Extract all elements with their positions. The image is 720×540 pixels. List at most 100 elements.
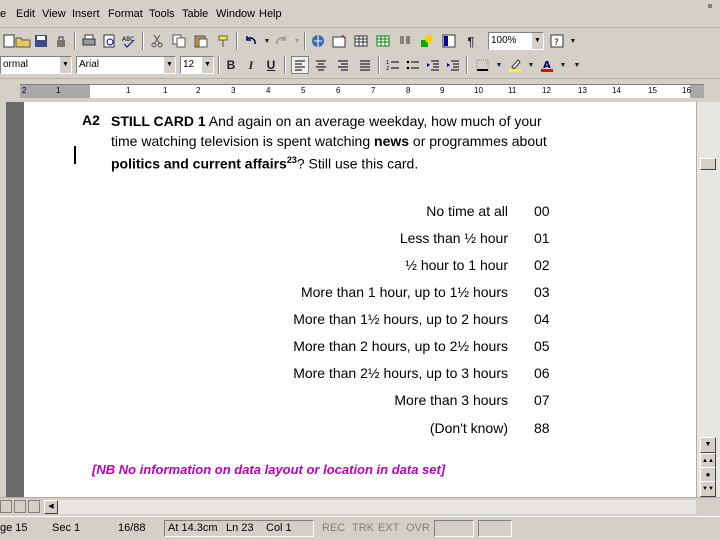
style-select[interactable]: ormal ▼ (0, 56, 72, 74)
menu-help[interactable]: Help (259, 8, 282, 20)
vertical-scrollbar[interactable]: ▼ ▲▲ ● ▼▼ (696, 102, 720, 497)
document-page[interactable]: A2 STILL CARD 1 And again on an average … (24, 102, 696, 497)
question-bold-news: news (374, 132, 410, 149)
format-painter-icon[interactable] (214, 32, 232, 50)
print-preview-icon[interactable] (100, 32, 118, 50)
hyperlink-icon[interactable] (310, 32, 328, 50)
answer-label: More than 3 hours (394, 392, 508, 408)
menu-table[interactable]: Table (182, 8, 208, 20)
answer-label: No time at all (426, 203, 508, 219)
scroll-down-icon[interactable]: ▼ (700, 437, 716, 453)
next-page-icon[interactable]: ▼▼ (700, 481, 716, 497)
scroll-left-icon[interactable]: ◀ (44, 500, 58, 514)
question-text-part-3: ? Still use this card. (296, 155, 419, 172)
chevron-down-icon[interactable]: ▼ (59, 57, 71, 73)
scrollbar-thumb[interactable] (700, 158, 716, 170)
justify-icon[interactable] (356, 56, 374, 74)
ruler-right-margin (690, 85, 704, 98)
nb-note: [NB No information on data layout or loc… (92, 462, 446, 477)
cut-icon[interactable] (148, 32, 166, 50)
horizontal-ruler[interactable]: 2 1 1 1 2 3 4 5 6 7 8 9 10 11 12 13 14 1… (0, 78, 720, 102)
toolbar-separator (378, 56, 380, 74)
web-layout-icon[interactable] (14, 500, 26, 513)
menu-edit[interactable]: Edit (16, 8, 35, 20)
menu-tools[interactable]: Tools (149, 8, 175, 20)
chevron-down-icon[interactable]: ▼ (201, 57, 213, 73)
question-text-part-2: or programmes about (409, 132, 547, 149)
window-control-icon[interactable] (708, 4, 712, 8)
text-cursor (74, 146, 76, 164)
answer-code: 04 (534, 311, 550, 327)
question-text: STILL CARD 1 And again on an average wee… (111, 112, 551, 174)
italic-button[interactable]: I (242, 56, 260, 74)
bold-button[interactable]: B (222, 56, 240, 74)
document-map-icon[interactable] (440, 32, 458, 50)
toolbar-options-icon[interactable]: ▼ (568, 56, 586, 74)
numbering-icon[interactable]: 12 (384, 56, 402, 74)
svg-text:2: 2 (386, 66, 389, 71)
align-right-icon[interactable] (334, 56, 352, 74)
menu-bar: e Edit View Insert Format Tools Table Wi… (0, 0, 720, 28)
footnote-reference[interactable]: 23 (287, 155, 297, 165)
answer-code: 88 (534, 420, 550, 436)
menu-window[interactable]: Window (216, 8, 255, 20)
save-icon[interactable] (32, 32, 50, 50)
menu-view[interactable]: View (42, 8, 66, 20)
chevron-down-icon[interactable]: ▼ (531, 33, 543, 49)
ruler-number: 2 (196, 86, 201, 95)
ruler-number: 3 (231, 86, 236, 95)
toolbar-separator (74, 32, 76, 50)
question-bold-politics: politics and current affairs (111, 155, 287, 172)
normal-view-icon[interactable] (0, 500, 12, 513)
status-at: At 14.3cm (168, 522, 218, 534)
zoom-select[interactable]: 100% ▼ (488, 32, 544, 50)
font-size-select[interactable]: 12 ▼ (180, 56, 214, 74)
answer-code: 02 (534, 257, 550, 273)
drawing-icon[interactable] (418, 32, 436, 50)
toolbar-separator (284, 56, 286, 74)
menu-insert[interactable]: Insert (72, 8, 100, 20)
menu-file[interactable]: e (0, 8, 6, 20)
bullets-icon[interactable] (404, 56, 422, 74)
ruler-number: 12 (542, 86, 551, 95)
show-hide-icon[interactable]: ¶ (462, 32, 480, 50)
font-size-value: 12 (183, 59, 195, 70)
document-margin-bar (6, 102, 24, 497)
columns-icon[interactable] (396, 32, 414, 50)
paste-icon[interactable] (192, 32, 210, 50)
horizontal-scrollbar[interactable]: ◀ (44, 500, 696, 514)
print-layout-icon[interactable] (28, 500, 40, 513)
align-center-icon[interactable] (312, 56, 330, 74)
status-page: ge 15 (0, 522, 28, 534)
underline-button[interactable]: U (262, 56, 280, 74)
answer-code: 07 (534, 392, 550, 408)
tables-borders-icon[interactable] (330, 32, 348, 50)
ruler-number: 1 (56, 86, 61, 95)
toolbar-separator (218, 56, 220, 74)
chevron-down-icon[interactable]: ▼ (163, 57, 175, 73)
answer-label: More than 2 hours, up to 2½ hours (293, 338, 508, 354)
insert-excel-icon[interactable] (374, 32, 392, 50)
align-left-icon[interactable] (291, 56, 309, 74)
font-select[interactable]: Arial ▼ (76, 56, 176, 74)
status-ext[interactable]: EXT (378, 522, 399, 534)
permission-icon[interactable] (52, 32, 70, 50)
style-value: ormal (3, 59, 29, 70)
status-rec[interactable]: REC (322, 522, 345, 534)
menu-format[interactable]: Format (108, 8, 143, 20)
status-trk[interactable]: TRK (352, 522, 374, 534)
spelling-icon[interactable]: ABC (120, 32, 138, 50)
increase-indent-icon[interactable] (444, 56, 462, 74)
copy-icon[interactable] (170, 32, 188, 50)
insert-table-icon[interactable] (352, 32, 370, 50)
answer-code: 06 (534, 365, 550, 381)
print-icon[interactable] (80, 32, 98, 50)
toolbar-separator (466, 56, 468, 74)
decrease-indent-icon[interactable] (424, 56, 442, 74)
question-number: A2 (82, 112, 100, 128)
status-ovr[interactable]: OVR (406, 522, 430, 534)
toolbar-options-icon[interactable]: ▼ (564, 32, 582, 50)
formatting-toolbar: ormal ▼ Arial ▼ 12 ▼ B I U 12 ▼ ▼ A ▼ ▼ (0, 54, 720, 76)
open-folder-icon[interactable] (14, 32, 32, 50)
svg-text:?: ? (554, 38, 559, 48)
